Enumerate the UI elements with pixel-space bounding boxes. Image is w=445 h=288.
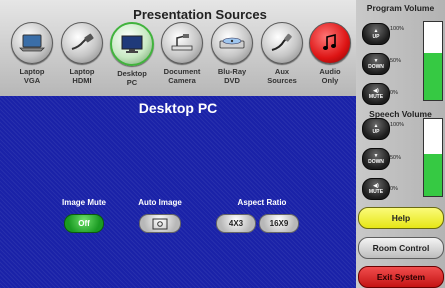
music-note-icon — [323, 33, 336, 50]
source-audio-only[interactable]: Audio Only — [305, 22, 355, 85]
source-blu-ray-dvd[interactable]: Blu-Ray DVD — [207, 22, 257, 85]
exit-system-button[interactable]: Exit System — [358, 266, 444, 288]
aspect-ratio-4x3-button[interactable]: 4X3 — [216, 214, 256, 233]
aspect-ratio-label: Aspect Ratio — [237, 198, 287, 207]
source-laptop-vga-label: Laptop VGA — [19, 67, 45, 85]
source-laptop-vga[interactable]: Laptop VGA — [7, 22, 57, 85]
source-desktop-pc-button[interactable] — [110, 22, 154, 66]
source-audio-only-button[interactable] — [309, 22, 351, 64]
program-volume-down-button[interactable]: ▼ DOWN — [362, 53, 390, 75]
aux-cable-icon — [271, 33, 292, 51]
document-camera-icon — [171, 34, 193, 51]
aspect-ratio-16x9-text: 16X9 — [269, 219, 289, 228]
source-blu-ray-dvd-label: Blu-Ray DVD — [217, 67, 247, 85]
aspect-ratio-16x9-button[interactable]: 16X9 — [259, 214, 299, 233]
program-volume-title: Program Volume — [366, 3, 435, 13]
image-mute-label: Image Mute — [61, 198, 106, 207]
source-desktop-pc-label: Desktop PC — [117, 69, 147, 87]
program-volume-meter-fill — [424, 53, 442, 100]
speech-volume-down-label: DOWN — [368, 159, 384, 165]
source-document-camera-button[interactable] — [161, 22, 203, 64]
speech-volume-down-button[interactable]: ▼ DOWN — [362, 148, 390, 170]
source-aux-sources-button[interactable] — [261, 22, 303, 64]
source-desktop-pc[interactable]: Desktop PC — [107, 22, 157, 87]
presentation-sources-title: Presentation Sources — [133, 7, 267, 22]
program-volume-up-label: UP — [372, 34, 380, 40]
speech-volume-mute-label: MUTE — [368, 189, 384, 195]
program-volume-mute-label: MUTE — [368, 94, 384, 100]
speech-volume-meter — [423, 118, 443, 197]
help-button[interactable]: Help — [358, 207, 444, 229]
source-blu-ray-dvd-button[interactable] — [211, 22, 253, 64]
image-mute-value: Off — [78, 219, 90, 228]
speech-volume-tick-100: 100% — [390, 122, 405, 128]
program-volume-mute-button[interactable]: ◀) MUTE — [362, 83, 390, 105]
program-volume-meter — [423, 21, 443, 101]
speech-volume-meter-fill — [424, 153, 442, 196]
program-volume-tick-100: 100% — [390, 26, 405, 32]
auto-image-button[interactable] — [139, 214, 181, 233]
room-control-button[interactable]: Room Control — [358, 237, 444, 259]
aspect-ratio-4x3-text: 4X3 — [228, 219, 244, 228]
speech-volume-tick-0: 0% — [390, 186, 398, 192]
auto-image-label: Auto Image — [138, 198, 182, 207]
help-label: Help — [391, 213, 411, 223]
program-volume-tick-50: 50% — [390, 58, 402, 64]
source-laptop-hdmi-button[interactable] — [61, 22, 103, 64]
main-control-panel — [0, 96, 356, 288]
source-document-camera-label: Document Camera — [163, 67, 201, 85]
source-aux-sources[interactable]: Aux Sources — [257, 22, 307, 85]
source-audio-only-label: Audio Only — [319, 67, 341, 85]
program-volume-down-label: DOWN — [368, 64, 384, 70]
hdmi-cable-icon — [71, 33, 94, 50]
page-title: Desktop PC — [138, 100, 218, 116]
source-laptop-hdmi-label: Laptop HDMI — [69, 67, 95, 85]
speech-volume-tick-50: 50% — [390, 155, 402, 161]
program-volume-up-button[interactable]: ▲ UP — [362, 23, 390, 45]
laptop-icon — [19, 34, 45, 52]
speech-volume-mute-button[interactable]: ◀) MUTE — [362, 178, 390, 200]
source-document-camera[interactable]: Document Camera — [157, 22, 207, 85]
room-control-label: Room Control — [372, 243, 430, 253]
source-laptop-hdmi[interactable]: Laptop HDMI — [57, 22, 107, 85]
image-mute-toggle[interactable]: Off — [64, 214, 104, 233]
speech-volume-up-label: UP — [372, 129, 380, 135]
desktop-monitor-icon — [121, 35, 143, 53]
disc-player-icon — [219, 37, 245, 49]
program-volume-tick-0: 0% — [390, 90, 398, 96]
exit-system-label: Exit System — [376, 272, 426, 282]
speech-volume-up-button[interactable]: ▲ UP — [362, 118, 390, 140]
source-laptop-vga-button[interactable] — [11, 22, 53, 64]
source-aux-sources-label: Aux Sources — [267, 67, 297, 85]
screen-adjust-icon — [152, 218, 168, 229]
